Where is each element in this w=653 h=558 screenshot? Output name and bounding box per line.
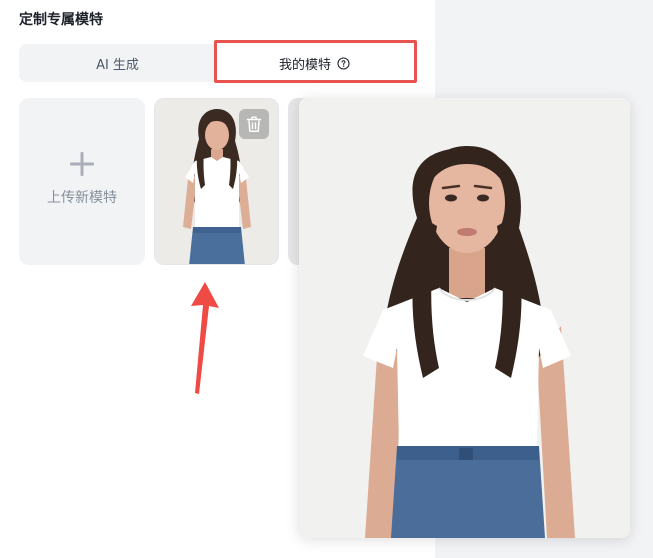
- trash-icon: [246, 116, 262, 132]
- delete-model-button[interactable]: [239, 109, 269, 139]
- section-title: 定制专属模特: [19, 12, 103, 28]
- tab-label: AI 生成: [96, 57, 139, 73]
- model-preview-image: [299, 98, 630, 538]
- tab-label: 我的模特: [278, 57, 331, 73]
- tab-bar: AI 生成 我的模特: [19, 44, 414, 82]
- tab-my-models[interactable]: 我的模特: [215, 44, 414, 82]
- model-preview-popover: [299, 98, 630, 538]
- model-thumbnail-card[interactable]: [154, 98, 279, 265]
- tab-ai-generate[interactable]: AI 生成: [19, 44, 216, 82]
- arrow-annotation: [191, 282, 219, 394]
- help-circle-icon[interactable]: [337, 56, 350, 70]
- plus-icon: [70, 151, 94, 176]
- upload-model-card[interactable]: 上传新模特: [19, 98, 145, 265]
- upload-label: 上传新模特: [47, 189, 117, 206]
